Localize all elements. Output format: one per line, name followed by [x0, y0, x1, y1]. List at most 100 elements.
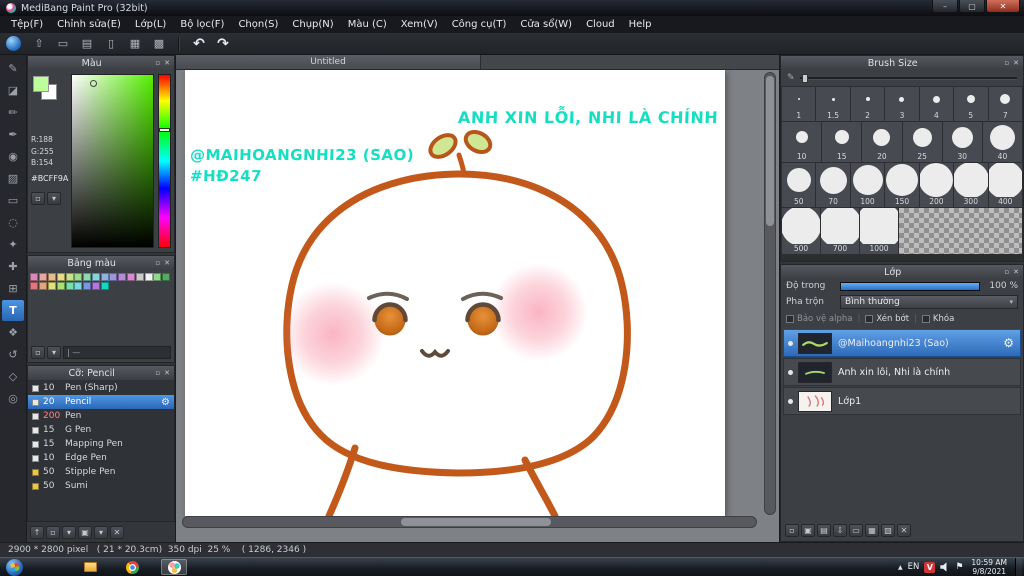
- vertical-scrollbar[interactable]: [764, 72, 776, 515]
- menu-item[interactable]: Cloud: [579, 16, 622, 33]
- brush-size-option[interactable]: 10: [782, 122, 822, 162]
- brush-size-option[interactable]: 2: [850, 87, 885, 121]
- action-center-icon[interactable]: ⚑: [955, 562, 963, 572]
- horizontal-scrollbar-thumb[interactable]: [400, 518, 551, 526]
- opacity-slider[interactable]: [840, 281, 980, 291]
- layer-visibility-dot-icon[interactable]: [788, 369, 793, 375]
- pen-tool[interactable]: ✎: [2, 58, 24, 79]
- duplicate-layer-button[interactable]: ▣: [801, 523, 815, 537]
- layer-option-checkbox[interactable]: Khóa: [921, 314, 954, 324]
- menu-item[interactable]: Chọn(S): [231, 16, 285, 33]
- brush-size-option[interactable]: 30: [942, 122, 982, 162]
- layer-item[interactable]: Anh xin lỗi, Nhi là chính: [783, 358, 1021, 386]
- undo-button[interactable]: ↶: [189, 35, 209, 53]
- clock[interactable]: 10:59 AM 9/8/2021: [971, 558, 1007, 576]
- color-swatch[interactable]: [65, 273, 74, 281]
- layer-option-checkbox[interactable]: Bảo vệ alpha: [786, 314, 852, 324]
- layer-item[interactable]: Lớp1: [783, 387, 1021, 415]
- sv-marker-icon[interactable]: [89, 80, 97, 88]
- brush-item[interactable]: 15 G Pen: [28, 423, 174, 437]
- brush-size-option[interactable]: 1: [782, 87, 816, 121]
- brush-size-option[interactable]: 500: [782, 208, 820, 254]
- add-layer-button[interactable]: ▫: [785, 523, 799, 537]
- brush-size-option[interactable]: 5: [954, 87, 988, 121]
- taskbar-medibang-icon[interactable]: [161, 559, 187, 575]
- zoom-tool[interactable]: ◎: [2, 388, 24, 409]
- color-swatch[interactable]: [39, 273, 48, 281]
- layer-visibility-dot-icon[interactable]: [788, 398, 793, 404]
- move-tool[interactable]: ✚: [2, 256, 24, 277]
- eyedropper-tool[interactable]: ✒: [2, 124, 24, 145]
- brush-size-option[interactable]: 1.5: [816, 87, 850, 121]
- tray-expand-icon[interactable]: ▲: [898, 564, 903, 571]
- delete-color-button[interactable]: ▾: [47, 346, 61, 359]
- document-icon[interactable]: ▯: [101, 35, 121, 53]
- color-swatch[interactable]: [153, 273, 162, 281]
- brush-size-option[interactable]: 7: [988, 87, 1022, 121]
- brush-item[interactable]: 10 Edge Pen: [28, 451, 174, 465]
- hue-slider[interactable]: [158, 74, 171, 248]
- brush-size-option[interactable]: 200: [919, 163, 954, 207]
- layer-option-checkbox[interactable]: Xén bớt: [865, 314, 909, 324]
- color-swatch[interactable]: [126, 273, 135, 281]
- ime-icon[interactable]: V: [924, 561, 936, 573]
- add-color-button[interactable]: ▫: [31, 346, 45, 359]
- brush-size-option[interactable]: 3: [885, 87, 919, 121]
- volume-icon[interactable]: [940, 562, 947, 572]
- color-swatch[interactable]: [47, 273, 56, 281]
- brush-size-slider[interactable]: [799, 73, 1017, 83]
- brush-size-option[interactable]: 50: [782, 163, 816, 207]
- transfer-button[interactable]: ▭: [849, 523, 863, 537]
- comment-icon[interactable]: ▭: [53, 35, 73, 53]
- brush-size-option[interactable]: 70: [816, 163, 850, 207]
- brush-item[interactable]: 10 Pen (Sharp): [28, 381, 174, 395]
- menu-item[interactable]: Chụp(N): [285, 16, 340, 33]
- popout-icon[interactable]: ▫: [1004, 59, 1009, 67]
- layer-settings-gear-icon[interactable]: ⚙: [1003, 336, 1016, 350]
- grid-icon[interactable]: ▦: [125, 35, 145, 53]
- brush-size-option[interactable]: 1000: [860, 208, 898, 254]
- menu-item[interactable]: Chỉnh sửa(E): [50, 16, 128, 33]
- collapse-panels-button[interactable]: ↑: [30, 525, 44, 539]
- document-tab[interactable]: Untitled: [176, 55, 481, 69]
- lasso-tool[interactable]: ◌: [2, 212, 24, 233]
- canvas-page[interactable]: ANH XIN LỖI, NHI LÀ CHÍNH @MAIHOANGNHI23…: [185, 70, 725, 516]
- gradient-tool[interactable]: ▨: [2, 168, 24, 189]
- delete-brush-button[interactable]: ✕: [110, 525, 124, 539]
- merge-down-button[interactable]: ⇩: [833, 523, 847, 537]
- color-swatch[interactable]: [74, 281, 83, 290]
- brush-item[interactable]: 20 Pencil ⚙: [28, 395, 174, 409]
- brush-folder-button[interactable]: ▣: [78, 525, 92, 539]
- menu-item[interactable]: Màu (C): [341, 16, 394, 33]
- close-button[interactable]: ✕: [986, 0, 1020, 13]
- menu-item[interactable]: Bộ lọc(F): [173, 16, 231, 33]
- bucket-tool[interactable]: ◉: [2, 146, 24, 167]
- menu-item[interactable]: Help: [622, 16, 659, 33]
- color-swatch[interactable]: [56, 281, 65, 290]
- color-swatch[interactable]: [144, 273, 153, 281]
- layer-visibility-dot-icon[interactable]: [788, 340, 793, 346]
- add-folder-button[interactable]: ▤: [817, 523, 831, 537]
- vertical-scrollbar-thumb[interactable]: [766, 76, 774, 226]
- color-swatch[interactable]: [100, 281, 109, 290]
- color-swatch[interactable]: [30, 281, 39, 290]
- select-tool[interactable]: ▭: [2, 190, 24, 211]
- brush-size-option[interactable]: 700: [821, 208, 859, 254]
- horizontal-scrollbar[interactable]: [182, 516, 757, 528]
- color-swatch[interactable]: [65, 281, 74, 290]
- close-panel-icon[interactable]: ✕: [1013, 268, 1019, 276]
- start-button[interactable]: [6, 558, 23, 576]
- divide-tool[interactable]: ◇: [2, 366, 24, 387]
- brush-size-option[interactable]: 300: [954, 163, 988, 207]
- brush-item[interactable]: 15 Mapping Pen: [28, 437, 174, 451]
- add-brush-button[interactable]: ▫: [46, 525, 60, 539]
- material-icon[interactable]: ▩: [149, 35, 169, 53]
- panels-layout-icon[interactable]: ▤: [77, 35, 97, 53]
- color-swatch[interactable]: [162, 273, 171, 281]
- language-indicator[interactable]: EN: [908, 562, 920, 572]
- add-swatch-button[interactable]: ▫: [31, 191, 45, 205]
- brush-item[interactable]: 50 Sumi: [28, 479, 174, 493]
- rotate-tool[interactable]: ↺: [2, 344, 24, 365]
- menu-item[interactable]: Cửa sổ(W): [513, 16, 579, 33]
- color-swatch[interactable]: [83, 281, 92, 290]
